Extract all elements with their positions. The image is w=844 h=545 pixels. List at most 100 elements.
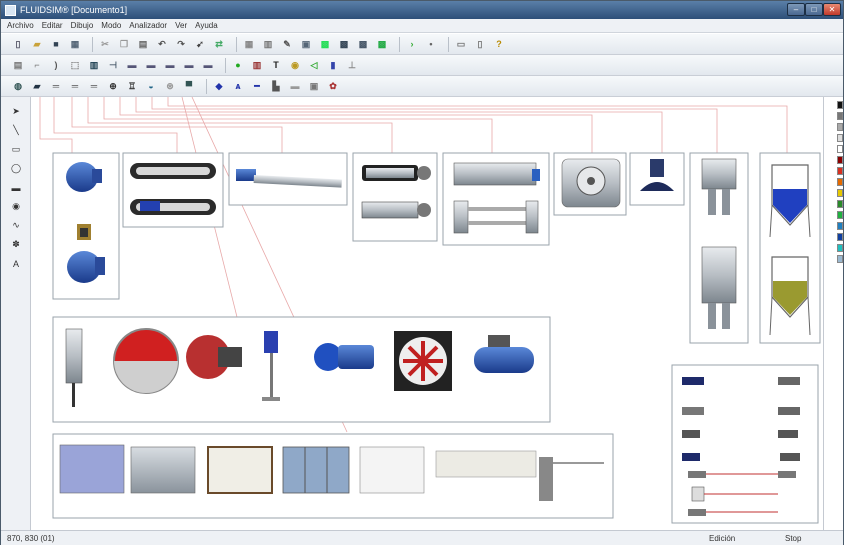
gripper-tool-icon[interactable]: ♖ [125,79,139,93]
proximity-switch-icon[interactable] [778,430,798,438]
limit-switch-icon[interactable] [682,430,700,438]
bee-tool-icon[interactable]: ✿ [326,79,340,93]
zoom-fit-icon[interactable]: ▯ [473,37,487,51]
new-icon[interactable]: ▯ [11,37,25,51]
play-icon[interactable]: › [405,37,419,51]
rounded-rect-tool-icon[interactable]: ▬ [9,181,23,194]
sectional-door-icon[interactable] [359,446,425,494]
module-b-icon[interactable]: ▬ [144,58,158,72]
help-icon[interactable]: ? [492,37,506,51]
color-swatch[interactable] [837,222,843,230]
color-swatch[interactable] [837,178,843,186]
redo-icon[interactable]: ↷ [174,37,188,51]
color-swatch[interactable] [837,123,843,131]
valve-block-icon[interactable]: ▥ [87,58,101,72]
color-swatch[interactable] [837,156,843,164]
zoom-box-icon[interactable]: ▭ [454,37,468,51]
cylinder-a-icon[interactable]: ═ [49,79,63,93]
pneumatic-cylinder-icon[interactable] [362,165,431,181]
module-d-icon[interactable]: ▬ [182,58,196,72]
motor-tool-icon[interactable]: ◍ [11,79,25,93]
align-icon[interactable]: ▤ [11,58,25,72]
light-barrier-sensor-icon[interactable] [780,453,800,461]
menu-analizador[interactable]: Analizador [129,21,167,30]
line-tool-icon[interactable]: ╲ [9,124,23,137]
conveyor-with-load-icon[interactable] [130,199,216,215]
menu-modo[interactable]: Modo [101,21,121,30]
table-icon[interactable]: ▥ [261,37,275,51]
spray-tool-icon[interactable]: ✽ [9,238,23,251]
paste-icon[interactable]: ▤ [136,37,150,51]
conveyor-belt-icon[interactable] [130,163,216,179]
gauge-icon[interactable]: ◉ [288,58,302,72]
panel-icon[interactable]: ▩ [356,37,370,51]
bezier-tool-icon[interactable]: ∿ [9,219,23,232]
guided-cylinder-icon[interactable] [361,201,431,219]
canopy-icon[interactable] [435,450,537,478]
module-a-icon[interactable]: ▬ [125,58,139,72]
reflex-sensor-icon[interactable] [778,407,800,415]
slide-unit-icon[interactable] [453,162,540,186]
menu-ver[interactable]: Ver [175,21,187,30]
pipe-tool-icon[interactable]: ━ [250,79,264,93]
dark-panel-icon[interactable]: ▩ [375,37,389,51]
crop-icon[interactable]: ⌐ [30,58,44,72]
drawing-canvas[interactable] [32,97,821,530]
optical-sensor-icon[interactable] [682,407,704,415]
color-swatch[interactable] [837,167,843,175]
text-a-tool-icon[interactable]: A [9,257,23,270]
image-icon[interactable]: ▣ [299,37,313,51]
menu-ayuda[interactable]: Ayuda [195,21,218,30]
pump-tool-icon[interactable]: ѧ [231,79,245,93]
lamp-icon[interactable]: ● [231,58,245,72]
color-swatch[interactable] [837,255,843,263]
box-tool-icon[interactable]: ▣ [307,79,321,93]
color-swatch[interactable] [837,244,843,252]
color-swatch[interactable] [837,112,843,120]
component-icon[interactable]: ▩ [337,37,351,51]
close-button[interactable]: ✕ [823,3,841,16]
drop-tool-icon[interactable]: ◆ [212,79,226,93]
line-tool-icon[interactable]: ▬ [288,79,302,93]
menu-editar[interactable]: Editar [42,21,63,30]
color-swatch[interactable] [837,189,843,197]
conveyor-tool-icon[interactable]: ▰ [30,79,44,93]
capacitive-sensor-icon[interactable] [778,377,800,385]
cylinder-c-icon[interactable]: ═ [87,79,101,93]
menu-dibujo[interactable]: Dibujo [71,21,94,30]
centrifugal-pump-icon[interactable] [314,343,374,371]
plug-icon[interactable]: ⊥ [345,58,359,72]
pen-icon[interactable]: ✎ [280,37,294,51]
undo-icon[interactable]: ↶ [155,37,169,51]
ellipse-tool-icon[interactable]: ◯ [9,162,23,175]
sensor-icon[interactable]: ▮ [326,58,340,72]
rectangle-tool-icon[interactable]: ▭ [9,143,23,156]
color-swatch[interactable] [837,145,843,153]
rotary-unit-icon[interactable] [561,158,621,208]
copy-icon[interactable]: ❐ [117,37,131,51]
roller-shutter-grey-icon[interactable] [130,446,196,494]
color-swatch[interactable] [837,211,843,219]
machine-tool-icon[interactable]: ▙ [269,79,283,93]
relay-icon[interactable]: ⊣ [106,58,120,72]
color-swatch[interactable] [837,200,843,208]
glass-door-icon[interactable] [282,446,350,494]
save-icon[interactable]: ■ [49,37,63,51]
roller-shutter-blue-icon[interactable] [59,444,125,494]
screen-tool-icon[interactable]: ▀ [182,79,196,93]
fan-tool-icon[interactable]: ⊛ [163,79,177,93]
minimize-button[interactable]: – [787,3,805,16]
arc-icon[interactable]: ) [49,58,63,72]
color-swatch[interactable] [837,101,843,109]
axial-fan-icon[interactable] [394,331,452,391]
color-swatch[interactable] [837,134,843,142]
vacuum-tool-icon[interactable]: ⊕ [106,79,120,93]
select-arrow-icon[interactable]: ➤ [9,105,23,118]
library-icon[interactable]: ▩ [318,37,332,51]
module-c-icon[interactable]: ▬ [163,58,177,72]
select-area-icon[interactable]: ⬚ [68,58,82,72]
stop-icon[interactable]: • [424,37,438,51]
link-icon[interactable]: ⇄ [212,37,226,51]
open-icon[interactable]: ▰ [30,37,44,51]
cut-icon[interactable]: ✂ [98,37,112,51]
